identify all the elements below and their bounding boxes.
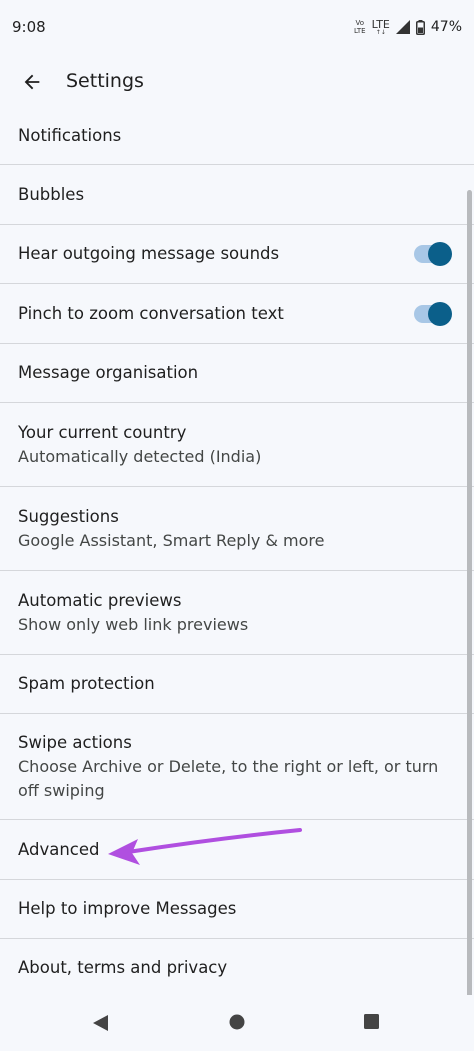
volte-indicator: Vo LTE [354,19,366,35]
setting-bubbles[interactable]: Bubbles [0,165,474,225]
toggle-knob [428,301,452,326]
setting-title: Suggestions [18,506,119,526]
setting-title: Help to improve Messages [18,899,237,918]
setting-subtitle: Automatically detected (India) [18,446,262,466]
setting-title: Bubbles [18,184,85,204]
battery-percent: 47% [430,19,462,35]
setting-title: Automatic previews [18,590,182,610]
outgoing-sounds-toggle[interactable] [414,242,452,266]
setting-title: Swipe actions [18,732,132,752]
setting-title: Hear outgoing message sounds [18,244,280,263]
setting-subtitle: Show only web link previews [18,614,249,634]
battery-icon [415,19,425,35]
status-bar: 9:08 Vo LTE LTE ↑↓ 47% [0,0,474,56]
setting-automatic-previews[interactable]: Automatic previews Show only web link pr… [0,571,474,655]
arrow-back-icon [24,74,40,90]
setting-help-improve[interactable]: Help to improve Messages [0,880,474,939]
setting-title: Notifications [18,126,122,145]
signal-icon [395,20,410,34]
setting-pinch-zoom[interactable]: Pinch to zoom conversation text [0,284,474,344]
setting-title: Your current country [18,422,187,442]
setting-message-organisation[interactable]: Message organisation [0,344,474,403]
setting-swipe-actions[interactable]: Swipe actions Choose Archive or Delete, … [0,714,474,820]
setting-current-country[interactable]: Your current country Automatically detec… [0,403,474,487]
system-nav-bar [0,995,474,1051]
back-button[interactable] [14,64,50,100]
pinch-zoom-toggle[interactable] [414,301,452,326]
setting-title: About, terms and privacy [18,958,228,977]
circle-home-icon[interactable] [228,1013,246,1031]
setting-title: Spam protection [18,674,155,693]
setting-title: Pinch to zoom conversation text [18,303,284,323]
setting-spam-protection[interactable]: Spam protection [0,655,474,714]
status-time: 9:08 [12,18,46,36]
data-activity-icon: ↑↓ [375,28,386,36]
app-bar: Settings [0,56,474,108]
setting-subtitle: Google Assistant, Smart Reply & more [18,530,325,550]
page-title: Settings [66,70,144,92]
setting-about-terms[interactable]: About, terms and privacy [0,939,474,995]
network-indicator: LTE ↑↓ [372,19,390,36]
setting-notifications[interactable]: Notifications [0,108,474,165]
setting-suggestions[interactable]: Suggestions Google Assistant, Smart Repl… [0,487,474,571]
setting-outgoing-sounds[interactable]: Hear outgoing message sounds [0,225,474,284]
triangle-back-icon[interactable] [90,1013,110,1033]
status-icons: Vo LTE LTE ↑↓ 47% [354,14,462,40]
volte-top: Vo [355,19,365,27]
network-label: LTE [371,17,390,31]
square-recents-icon[interactable] [363,1013,380,1030]
volte-bottom: LTE [353,27,366,35]
annotation-arrow-icon [108,828,302,865]
setting-subtitle: Choose Archive or Delete, to the right o… [18,756,439,800]
toggle-knob [428,242,452,266]
setting-title: Message organisation [18,363,199,382]
scrollbar[interactable] [467,190,472,998]
